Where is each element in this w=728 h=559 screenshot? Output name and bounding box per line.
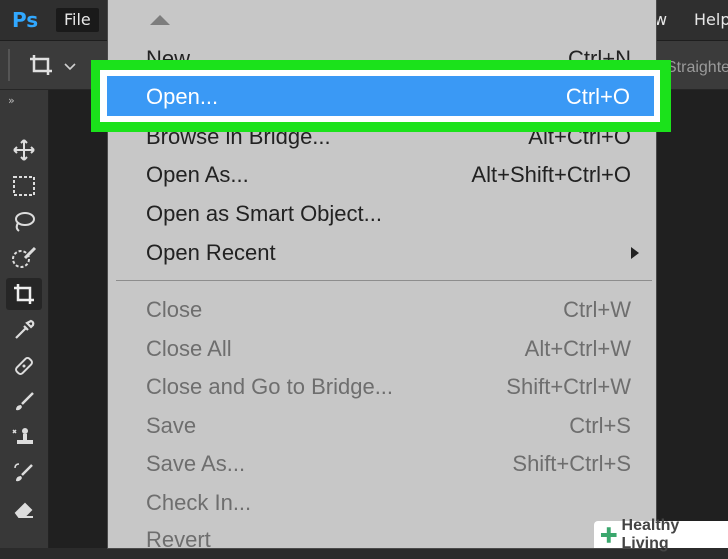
menu-item-open-as-smart-object[interactable]: Open as Smart Object... bbox=[108, 195, 656, 233]
menu-item-label: Open As... bbox=[146, 162, 249, 187]
eyedropper-icon[interactable] bbox=[6, 314, 42, 346]
menu-item-label: Close All bbox=[146, 336, 232, 361]
menu-item-shortcut: Ctrl+O bbox=[565, 84, 630, 109]
menu-item-label: Open as Smart Object... bbox=[146, 201, 382, 226]
menu-item-open-recent[interactable]: Open Recent bbox=[108, 234, 656, 272]
eraser-icon[interactable] bbox=[6, 494, 42, 526]
panel-collapse-icon[interactable]: » bbox=[8, 94, 15, 107]
workspace-left bbox=[49, 90, 109, 548]
menu-item-label: Check In... bbox=[146, 490, 252, 515]
menu-item-label: Open... bbox=[146, 84, 219, 109]
menu-item-open-as[interactable]: Open As... Alt+Shift+Ctrl+O bbox=[108, 156, 656, 194]
menu-item-shortcut: Alt+Ctrl+W bbox=[524, 336, 631, 361]
menu-item-open[interactable]: Open... Ctrl+O bbox=[107, 76, 654, 116]
options-bar-grip bbox=[8, 49, 10, 81]
clone-stamp-icon[interactable] bbox=[6, 422, 42, 454]
menu-item-shortcut: Ctrl+S bbox=[569, 413, 631, 438]
lasso-icon[interactable] bbox=[6, 206, 42, 238]
menu-item-check-in[interactable]: Check In... bbox=[108, 484, 656, 522]
marquee-icon[interactable] bbox=[6, 170, 42, 202]
menu-item-close-all[interactable]: Close All Alt+Ctrl+W bbox=[108, 330, 656, 368]
menu-item-label: Revert bbox=[146, 527, 211, 552]
menu-item-shortcut: Shift+Ctrl+W bbox=[506, 374, 631, 399]
chevron-down-icon[interactable] bbox=[64, 63, 76, 71]
crop-icon[interactable] bbox=[6, 278, 42, 310]
menu-item-close[interactable]: Close Ctrl+W bbox=[108, 291, 656, 329]
menu-item-shortcut: Ctrl+W bbox=[563, 297, 631, 322]
menu-file[interactable]: File bbox=[56, 8, 99, 32]
straighten-label: Straighte bbox=[666, 59, 728, 76]
menu-item-revert[interactable]: Revert bbox=[108, 521, 656, 559]
photoshop-logo: Ps bbox=[12, 8, 39, 32]
menu-item-label: Save bbox=[146, 413, 197, 438]
menu-item-save-as[interactable]: Save As... Shift+Ctrl+S bbox=[108, 445, 656, 483]
plus-logo-icon bbox=[600, 526, 617, 543]
menu-item-label: Save As... bbox=[146, 451, 246, 476]
brush-icon[interactable] bbox=[6, 386, 42, 418]
crop-tool-preset-icon[interactable] bbox=[28, 53, 56, 79]
menu-item-label: Close bbox=[146, 297, 203, 322]
menu-item-label: Close and Go to Bridge... bbox=[146, 374, 394, 399]
scroll-up-arrow-icon[interactable] bbox=[148, 14, 172, 26]
history-brush-icon[interactable] bbox=[6, 458, 42, 490]
menu-help[interactable]: Help bbox=[686, 8, 728, 32]
menu-item-shortcut: Shift+Ctrl+S bbox=[512, 451, 631, 476]
watermark-text: Healthy Living bbox=[621, 516, 680, 552]
watermark: Healthy Living bbox=[594, 517, 728, 552]
menu-item-shortcut: Alt+Shift+Ctrl+O bbox=[471, 162, 631, 187]
tools-panel: » bbox=[0, 90, 49, 548]
menu-item-label: Open Recent bbox=[146, 240, 276, 265]
menu-item-close-and-go-to-bridge[interactable]: Close and Go to Bridge... Shift+Ctrl+W bbox=[108, 368, 656, 406]
workspace-right bbox=[656, 90, 728, 548]
healing-brush-icon[interactable] bbox=[6, 350, 42, 382]
move-icon[interactable] bbox=[6, 134, 42, 166]
submenu-arrow-icon bbox=[631, 247, 639, 259]
quick-selection-icon[interactable] bbox=[6, 242, 42, 274]
menu-item-save[interactable]: Save Ctrl+S bbox=[108, 407, 656, 445]
menu-separator bbox=[116, 280, 652, 281]
